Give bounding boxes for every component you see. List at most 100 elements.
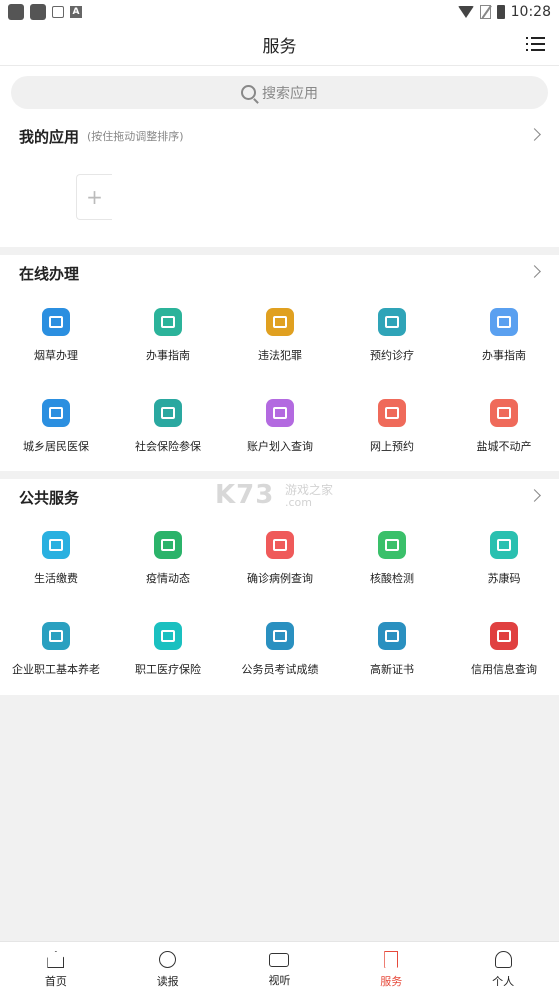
medical-list-icon xyxy=(154,622,182,650)
chevron-right-icon[interactable] xyxy=(528,128,541,141)
certificate-icon xyxy=(378,622,406,650)
exam-icon xyxy=(266,622,294,650)
home-icon xyxy=(47,951,65,968)
online-header[interactable]: 在线办理 xyxy=(0,255,559,291)
public-item[interactable]: 确诊病例查询 xyxy=(224,531,336,601)
section-title: 在线办理 xyxy=(19,264,80,283)
public-item[interactable]: 核酸检测 xyxy=(336,531,448,601)
nav-label: 服务 xyxy=(380,975,403,988)
chevron-right-icon[interactable] xyxy=(528,489,541,502)
pension-icon xyxy=(42,622,70,650)
clipboard-notification-icon xyxy=(52,6,64,18)
online-item[interactable]: 账户划入查询 xyxy=(224,399,336,469)
public-item[interactable]: 信用信息查询 xyxy=(448,622,559,692)
public-item[interactable]: 疫情动态 xyxy=(112,531,224,601)
add-app-button[interactable]: + xyxy=(76,174,112,220)
notification-icons: A xyxy=(8,4,82,20)
online-item[interactable]: 烟草办理 xyxy=(0,308,112,378)
public-row: 企业职工基本养老 职工医疗保险 公务员考试成绩 高新证书 信用信息查询 xyxy=(0,622,559,692)
nav-read[interactable]: 读报 xyxy=(112,942,224,993)
nav-profile[interactable]: 个人 xyxy=(447,942,559,993)
online-item[interactable]: 办事指南 xyxy=(448,308,559,378)
public-item-label: 高新证书 xyxy=(370,663,414,676)
calendar-edit-icon xyxy=(378,399,406,427)
account-icon xyxy=(266,399,294,427)
compass-icon xyxy=(159,951,177,968)
public-item[interactable]: 职工医疗保险 xyxy=(112,622,224,692)
watermark-domain: .com xyxy=(285,496,312,509)
search-bar: 搜索应用 xyxy=(0,66,559,112)
online-item-label: 社会保险参保 xyxy=(135,440,201,453)
online-item-label: 预约诊疗 xyxy=(370,349,414,362)
online-item-label: 办事指南 xyxy=(482,349,526,362)
hospital-shield-icon xyxy=(378,308,406,336)
nav-video[interactable]: 视听 xyxy=(224,942,336,993)
public-item-label: 核酸检测 xyxy=(370,572,414,585)
document-icon xyxy=(490,308,518,336)
online-item-label: 办事指南 xyxy=(146,349,190,362)
public-item-label: 职工医疗保险 xyxy=(135,663,201,676)
video-icon xyxy=(269,953,290,967)
online-item[interactable]: 网上预约 xyxy=(336,399,448,469)
app-notification-icon xyxy=(30,4,46,20)
public-item-label: 信用信息查询 xyxy=(471,663,537,676)
test-tube-icon xyxy=(378,531,406,559)
credit-icon xyxy=(490,622,518,650)
public-item[interactable]: 高新证书 xyxy=(336,622,448,692)
online-item[interactable]: 城乡居民医保 xyxy=(0,399,112,469)
public-header[interactable]: 公共服务 xyxy=(0,479,559,515)
public-item-label: 企业职工基本养老 xyxy=(12,663,100,676)
public-item[interactable]: 企业职工基本养老 xyxy=(0,622,112,692)
nav-label: 读报 xyxy=(156,975,179,988)
online-row: 城乡居民医保 社会保险参保 账户划入查询 网上预约 盐城不动产 xyxy=(0,399,559,469)
building-icon xyxy=(490,399,518,427)
nav-label: 个人 xyxy=(492,975,515,988)
nav-service[interactable]: 服务 xyxy=(335,942,447,993)
online-item-label: 违法犯罪 xyxy=(258,349,302,362)
online-item[interactable]: 盐城不动产 xyxy=(448,399,559,469)
public-item-label: 疫情动态 xyxy=(146,572,190,585)
my-apps-header[interactable]: 我的应用 (按住拖动调整排序) xyxy=(0,112,559,160)
public-item[interactable]: 苏康码 xyxy=(448,531,559,601)
battery-icon xyxy=(496,5,505,19)
public-item-label: 生活缴费 xyxy=(34,572,78,585)
public-item-label: 苏康码 xyxy=(487,572,521,585)
epidemic-icon xyxy=(154,531,182,559)
status-time: 10:28 xyxy=(510,4,551,20)
public-item-label: 确诊病例查询 xyxy=(247,572,313,585)
section-hint: (按住拖动调整排序) xyxy=(87,130,184,143)
online-item[interactable]: 办事指南 xyxy=(112,308,224,378)
public-row: 生活缴费 疫情动态 确诊病例查询 核酸检测 苏康码 xyxy=(0,531,559,601)
public-item[interactable]: 公务员考试成绩 xyxy=(224,622,336,692)
section-title: 我的应用 xyxy=(19,127,80,146)
health-code-icon xyxy=(490,531,518,559)
page-title: 服务 xyxy=(262,37,297,57)
search-input[interactable]: 搜索应用 xyxy=(11,76,548,109)
chevron-right-icon[interactable] xyxy=(528,265,541,278)
nav-label: 首页 xyxy=(44,975,67,988)
page-header: 服务 xyxy=(0,24,559,66)
payment-icon xyxy=(42,531,70,559)
list-menu-icon[interactable] xyxy=(526,37,545,53)
nav-home[interactable]: 首页 xyxy=(0,942,112,993)
shield-icon xyxy=(154,399,182,427)
online-item-label: 城乡居民医保 xyxy=(23,440,89,453)
nav-label: 视听 xyxy=(268,974,291,987)
section-title: 公共服务 xyxy=(19,488,80,507)
public-item[interactable]: 生活缴费 xyxy=(0,531,112,601)
online-item[interactable]: 违法犯罪 xyxy=(224,308,336,378)
bottom-nav: 首页 读报 视听 服务 个人 xyxy=(0,941,559,993)
online-item-label: 盐城不动产 xyxy=(476,440,532,453)
wifi-icon xyxy=(457,6,474,18)
online-item[interactable]: 社会保险参保 xyxy=(112,399,224,469)
search-placeholder: 搜索应用 xyxy=(262,85,318,102)
online-section: 在线办理 烟草办理 办事指南 违法犯罪 预约诊疗 办事指南 城乡居民医保 社会保险参保 账户… xyxy=(0,255,559,471)
person-icon xyxy=(494,951,512,968)
public-item-label: 公务员考试成绩 xyxy=(241,663,319,676)
bookmark-icon xyxy=(384,951,399,968)
a-notification-icon: A xyxy=(70,6,82,18)
online-item[interactable]: 预约诊疗 xyxy=(336,308,448,378)
tobacco-card-icon xyxy=(42,308,70,336)
search-icon xyxy=(241,85,256,100)
public-section: 公共服务 生活缴费 疫情动态 确诊病例查询 核酸检测 苏康码 企业职工基本养老 职工医疗保… xyxy=(0,479,559,695)
